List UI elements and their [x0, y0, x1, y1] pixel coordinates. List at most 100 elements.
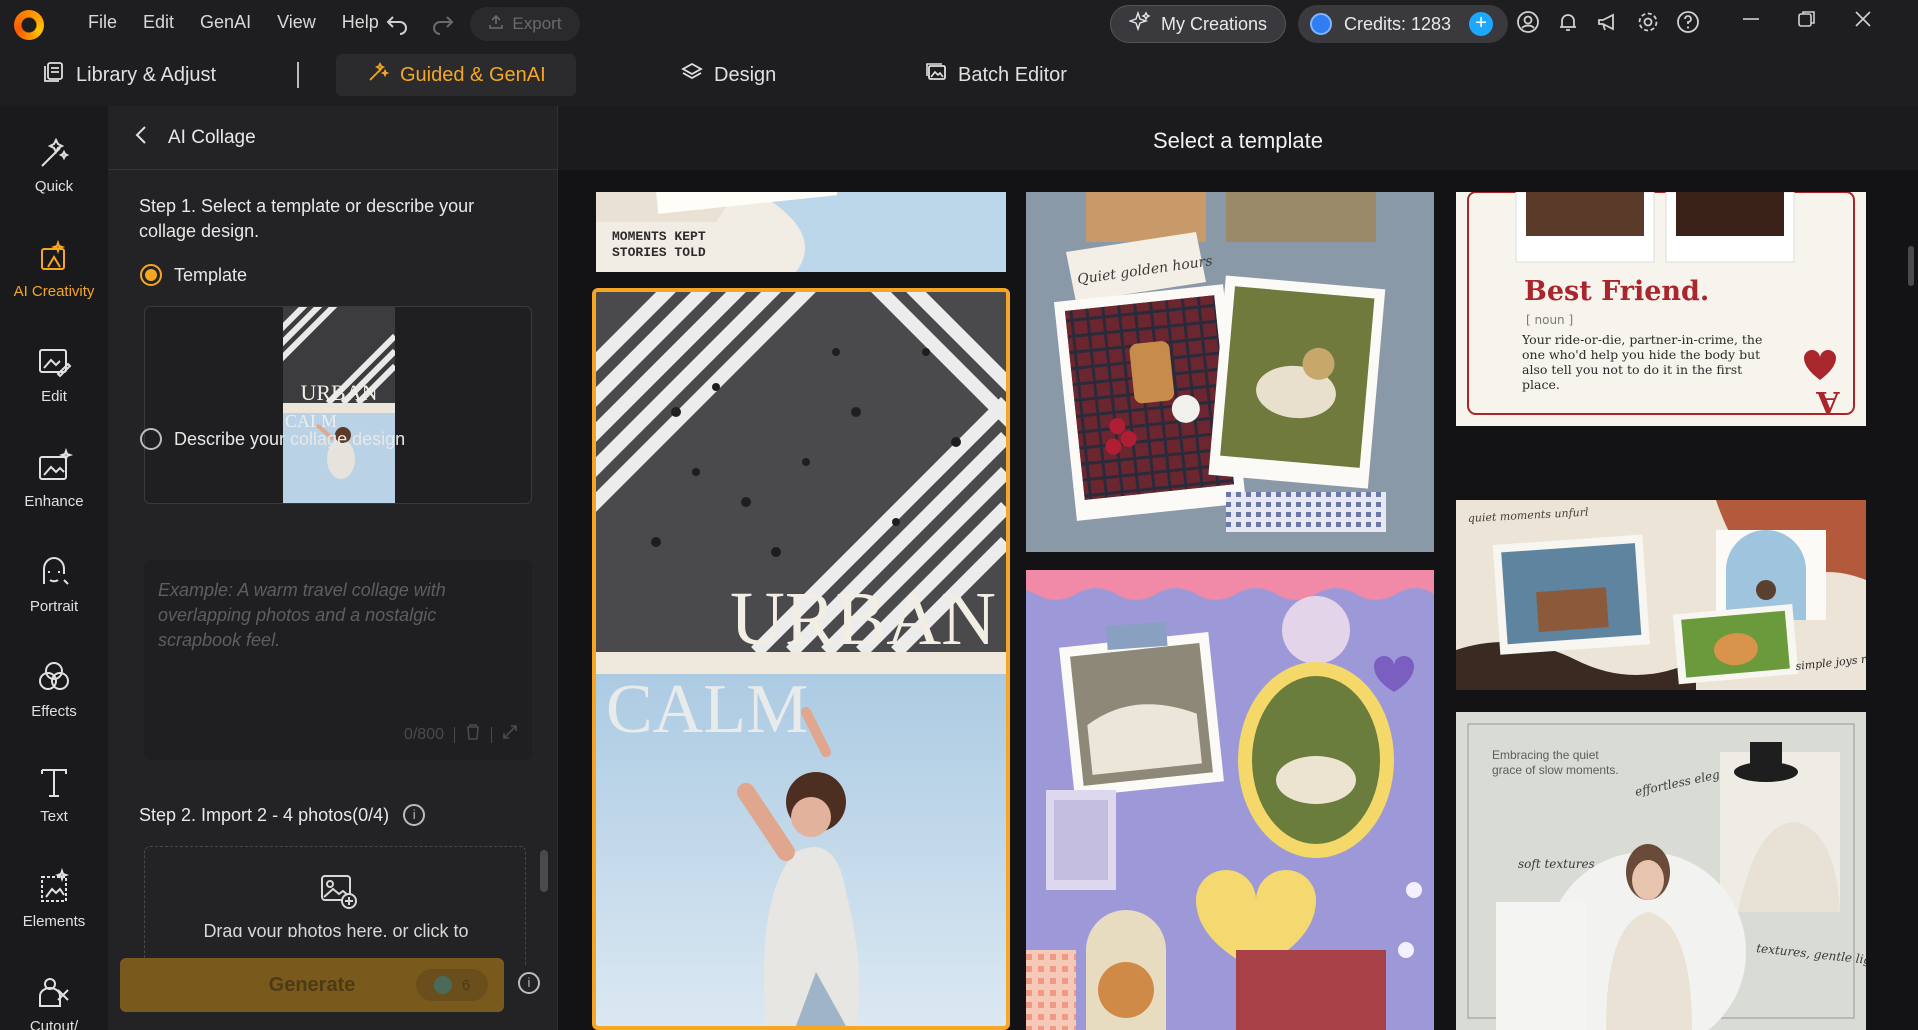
moments-text: MOMENTS KEPT STORIES TOLD [612, 229, 713, 260]
expand-icon[interactable] [502, 724, 518, 745]
panel-title: AI Collage [168, 126, 256, 148]
selected-template-thumbnail: URBAN CALM [283, 307, 395, 503]
my-creations-label: My Creations [1160, 13, 1268, 34]
redo-icon[interactable] [430, 10, 456, 36]
info-icon[interactable]: i [403, 804, 426, 826]
sidebar-label-quick: Quick [34, 177, 74, 195]
urban-title-text: URBAN [730, 577, 996, 661]
sidebar-label-cutout: Cutout/ [29, 1017, 79, 1030]
best-friend-card-letter: A [1816, 384, 1841, 419]
template-card-quiet-moments[interactable]: quiet moments unfurl simple joys remain [1456, 500, 1866, 690]
template-card-moments[interactable]: MOMENTS KEPT STORIES TOLD [596, 192, 1006, 272]
magic-wand-icon [366, 60, 390, 90]
sidebar-item-quick[interactable]: Quick [0, 118, 108, 208]
undo-icon[interactable] [384, 10, 410, 36]
back-chevron-icon[interactable] [134, 124, 148, 152]
panel-header: AI Collage [108, 106, 558, 170]
panel-scrollbar[interactable] [540, 850, 548, 892]
add-credits-button[interactable]: + [1469, 12, 1494, 36]
generate-button[interactable]: Generate 6 [120, 958, 504, 1012]
megaphone-icon[interactable] [1596, 10, 1620, 39]
tab-library-label: Library & Adjust [76, 63, 217, 86]
thumb-urban-text: URBAN [300, 380, 377, 405]
sidebar-item-ai-creativity[interactable]: AI Creativity [0, 223, 108, 313]
menu-file[interactable]: File [88, 12, 117, 33]
tab-batch-editor[interactable]: Batch Editor [894, 54, 1097, 96]
tab-guided-genai[interactable]: Guided & GenAI [336, 54, 576, 96]
batch-images-icon [924, 60, 948, 90]
edit-image-icon [39, 348, 72, 377]
my-creations-button[interactable]: My Creations [1110, 5, 1286, 43]
sidebar-label-elements: Elements [22, 912, 86, 930]
template-option-label: Template [174, 264, 248, 285]
selected-template-preview[interactable]: URBAN CALM [144, 306, 532, 504]
sidebar-item-effects[interactable]: Effects [0, 643, 108, 733]
gallery-title: Select a template [558, 106, 1918, 170]
menu-genai[interactable]: GenAI [200, 12, 251, 33]
elements-icon [41, 867, 70, 902]
template-card-lavender-scrapbook[interactable] [1026, 570, 1434, 1030]
sidebar-item-enhance[interactable]: Enhance [0, 433, 108, 523]
help-icon[interactable] [1676, 10, 1700, 39]
char-counter: 0/800 [403, 725, 444, 743]
template-card-golden-hours[interactable]: Quiet golden hours [1026, 192, 1434, 552]
menu-help[interactable]: Help [342, 12, 379, 33]
generate-info-icon[interactable]: i [518, 972, 540, 994]
app-logo [14, 10, 44, 40]
template-card-effortless-elegance[interactable]: Embracing the quiet grace of slow moment… [1456, 712, 1866, 1030]
tab-design-label: Design [714, 63, 777, 86]
add-image-icon [319, 871, 359, 916]
notification-bell-icon[interactable] [1556, 10, 1580, 39]
tool-sidebar: Quick AI Creativity Edit Enhance Portrai… [0, 106, 108, 1030]
cutout-icon [39, 977, 69, 1007]
generate-cost: 6 [461, 976, 471, 994]
ai-creativity-icon [41, 239, 66, 270]
describe-counter-row: 0/800 [404, 723, 518, 746]
portrait-icon [43, 556, 69, 585]
export-label: Export [512, 14, 562, 33]
describe-radio[interactable] [140, 428, 162, 450]
credit-coin-icon [1310, 13, 1332, 35]
settings-gear-icon[interactable] [1636, 10, 1660, 39]
menu-view[interactable]: View [277, 12, 316, 33]
tab-design[interactable]: Design [650, 54, 806, 96]
credits-label: Credits: 1283 [1344, 13, 1452, 34]
sidebar-label-portrait: Portrait [29, 597, 79, 615]
ai-collage-panel: AI Collage Step 1. Select a template or … [108, 106, 558, 1030]
sparkle-icon [1127, 10, 1151, 38]
embracing-text: Embracing the quiet grace of slow moment… [1492, 748, 1619, 777]
describe-textarea[interactable]: Example: A warm travel collage with over… [144, 560, 532, 760]
sidebar-item-portrait[interactable]: Portrait [0, 538, 108, 628]
text-icon [41, 768, 67, 797]
account-icon[interactable] [1516, 10, 1540, 39]
credit-coin-icon [433, 976, 452, 994]
template-card-best-friend[interactable]: Best Friend. [ noun ] Your ride-or-die, … [1456, 192, 1866, 426]
describe-option[interactable]: Describe your collage design [140, 428, 405, 450]
minimize-icon[interactable] [1740, 8, 1762, 35]
step2-instruction-row: Step 2. Import 2 - 4 photos(0/4) i [139, 804, 426, 826]
sidebar-label-edit: Edit [41, 387, 67, 405]
template-card-urban-calm[interactable]: URBAN CALM [592, 288, 1010, 1030]
layers-icon [680, 60, 704, 90]
sidebar-item-elements[interactable]: Elements [0, 853, 108, 943]
gallery-scrollbar[interactable] [1908, 246, 1914, 286]
photo-drop-zone[interactable]: Drag your photos here, or click to [144, 846, 526, 966]
template-radio[interactable] [140, 264, 162, 286]
menu-edit[interactable]: Edit [143, 12, 174, 33]
template-option[interactable]: Template [140, 264, 247, 286]
sidebar-item-text[interactable]: Text [0, 748, 108, 838]
tab-library-adjust[interactable]: Library & Adjust [12, 54, 246, 96]
sidebar-item-edit[interactable]: Edit [0, 328, 108, 418]
export-icon [488, 14, 504, 35]
best-friend-noun: [ noun ] [1526, 313, 1573, 327]
effects-icon [39, 661, 69, 690]
close-icon[interactable] [1852, 8, 1874, 35]
restore-icon[interactable] [1796, 8, 1818, 35]
title-bar: File Edit GenAI View Help Export My Crea… [0, 0, 1918, 48]
generate-label: Generate [268, 973, 356, 996]
trash-icon[interactable] [465, 723, 481, 746]
sidebar-item-cutout[interactable]: Cutout/ [0, 958, 108, 1030]
export-button[interactable]: Export [470, 7, 580, 41]
template-gallery: Select a template MOMENTS KEPT STORIES T… [558, 106, 1918, 1030]
counter-divider-2 [491, 726, 492, 743]
